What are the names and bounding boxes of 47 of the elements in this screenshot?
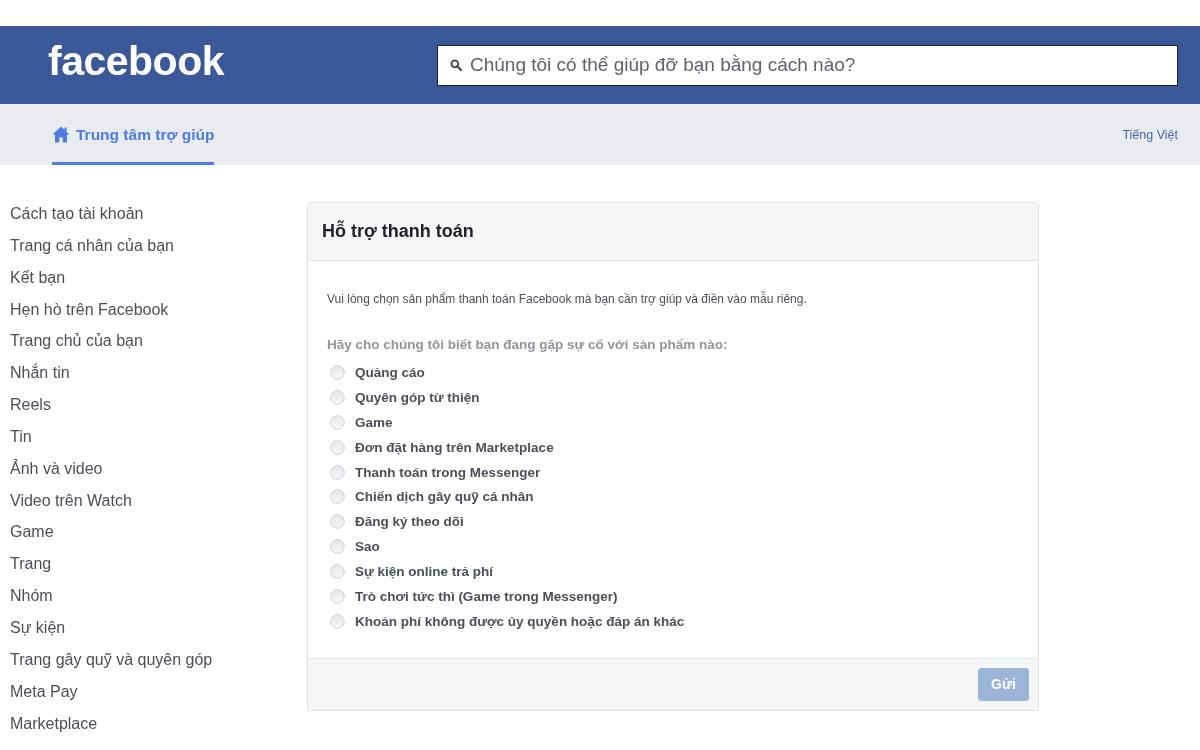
radio-button[interactable] — [330, 539, 345, 555]
sidebar-link[interactable]: Trang cá nhân của bạn — [10, 229, 174, 262]
logo-wordmark[interactable]: facebook — [48, 40, 224, 82]
option-label[interactable]: Game — [355, 414, 393, 430]
option-label[interactable]: Sao — [355, 539, 380, 555]
sidebar-link[interactable]: Kết bạn — [10, 261, 66, 294]
sidebar-link[interactable]: Game — [10, 516, 54, 549]
option-label[interactable]: Chiến dịch gây quỹ cá nhân — [355, 489, 534, 505]
sidebar-link[interactable]: Trang — [10, 548, 52, 581]
sidebar-link[interactable]: Reels — [10, 389, 51, 421]
sidebar-link[interactable]: Ảnh và video — [10, 452, 103, 485]
radio-button[interactable] — [330, 588, 345, 604]
option-label[interactable]: Thanh toán trong Messenger — [355, 464, 541, 480]
option-label[interactable]: Sự kiện online trả phí — [355, 564, 494, 580]
radio-button[interactable] — [330, 564, 345, 580]
radio-button[interactable] — [330, 489, 345, 505]
form-description: Vui lòng chọn sản phẩm thanh toán Facebook mà bạn cần trợ giúp và điền vào mẫu riêng. — [327, 292, 808, 307]
option-label[interactable]: Quảng cáo — [355, 364, 425, 380]
sidebar-link[interactable]: Sự kiện — [10, 611, 66, 644]
option-label[interactable]: Đăng ký theo dõi — [355, 514, 464, 530]
radio-button[interactable] — [330, 439, 345, 455]
sidebar-link[interactable]: Marketplace — [10, 707, 98, 740]
search-icon — [450, 59, 462, 71]
sidebar-link[interactable]: Meta Pay — [10, 675, 78, 708]
sidebar-link[interactable]: Video trên Watch — [10, 484, 132, 517]
sidebar-link[interactable]: Trang gây quỹ và quyên góp — [10, 643, 213, 676]
sidebar-link[interactable]: Cách tạo tài khoản — [10, 198, 144, 230]
option-label[interactable]: Khoản phí không được ủy quyền hoặc đáp án khác — [355, 613, 685, 629]
option-label[interactable]: Đơn đặt hàng trên Marketplace — [355, 439, 554, 455]
option-label[interactable]: Quyên góp từ thiện — [355, 389, 480, 405]
search-field[interactable]: Chúng tôi có thể giúp đỡ bạn bằng cách nào? — [437, 44, 1178, 86]
sidebar-link[interactable]: Nhắn tin — [10, 357, 70, 390]
option-label[interactable]: Trò chơi tức thì (Game trong Messenger) — [355, 588, 618, 604]
radio-button[interactable] — [330, 364, 345, 380]
sidebar-link[interactable]: Tin — [10, 420, 32, 453]
sidebar-link[interactable]: Hẹn hò trên Facebook — [10, 293, 169, 326]
sidebar-link[interactable]: Nhóm — [10, 580, 53, 612]
radio-button[interactable] — [330, 389, 345, 405]
question-label: Hãy cho chúng tôi biết bạn đang gặp sự cố với sản phẩm nào: — [327, 337, 729, 353]
radio-button[interactable] — [330, 464, 345, 480]
home-icon — [52, 126, 70, 143]
radio-button[interactable] — [330, 613, 345, 629]
language-link[interactable]: Tiếng Việt — [1122, 127, 1178, 142]
radio-button[interactable] — [330, 514, 345, 530]
radio-button[interactable] — [330, 414, 345, 430]
sidebar-link[interactable]: Trang chủ của bạn — [10, 325, 143, 358]
card-title: Hỗ trợ thanh toán — [322, 221, 474, 242]
